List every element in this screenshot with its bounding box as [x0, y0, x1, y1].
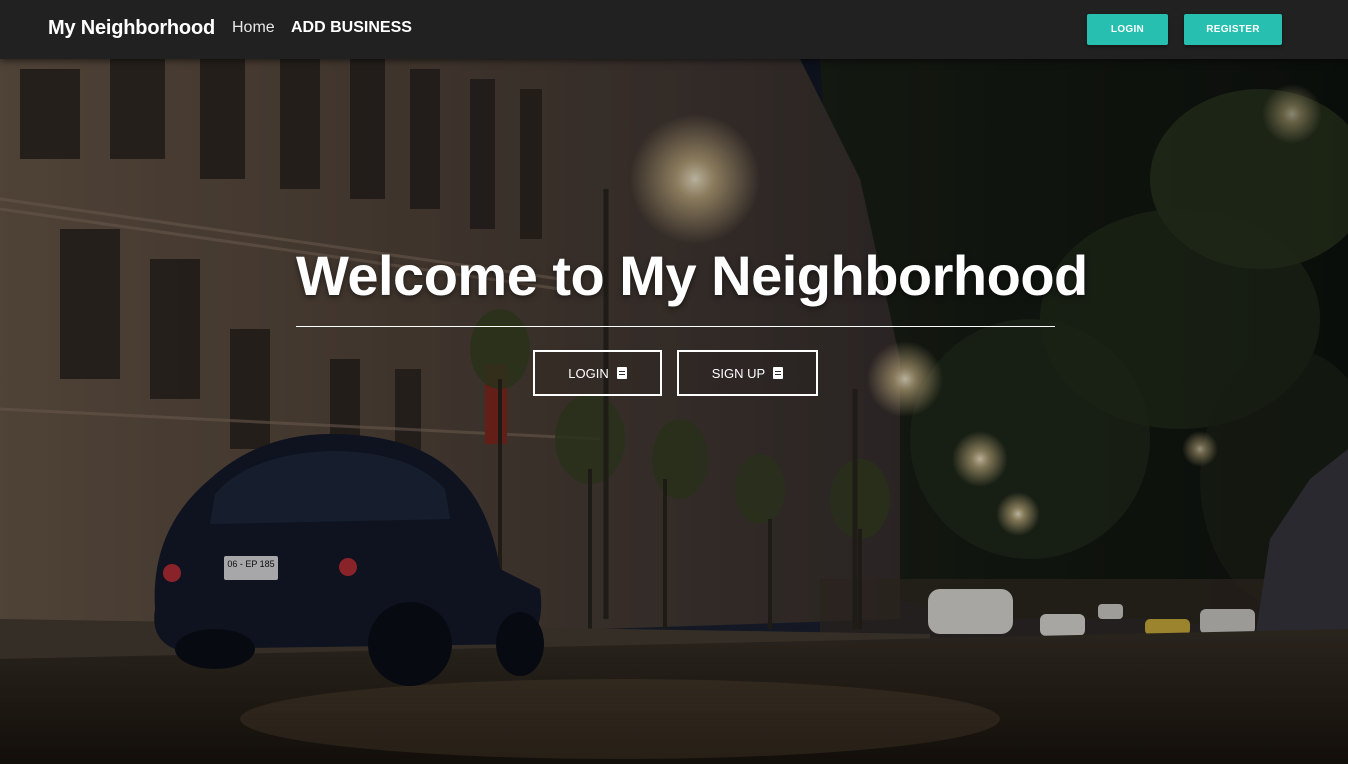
hero-content: Welcome to My Neighborhood LOGIN SIGN UP — [0, 59, 1348, 764]
hero-login-label: LOGIN — [568, 365, 609, 381]
navbar: My Neighborhood Home ADD BUSINESS LOGIN … — [0, 0, 1348, 59]
document-icon — [773, 367, 784, 379]
nav-login-button[interactable]: LOGIN — [1087, 14, 1168, 45]
hero-title: Welcome to My Neighborhood — [296, 244, 1088, 307]
hero-signup-button[interactable]: SIGN UP — [677, 350, 818, 396]
brand-logo-link[interactable]: My Neighborhood — [48, 17, 215, 40]
nav-register-button[interactable]: REGISTER — [1184, 14, 1282, 45]
hero-divider — [296, 326, 1055, 327]
hero-section: 06 - EP 185 Welcome to My Neighborhood L… — [0, 59, 1348, 764]
hero-login-button[interactable]: LOGIN — [533, 350, 662, 396]
nav-link-home[interactable]: Home — [232, 19, 275, 37]
nav-link-add-business[interactable]: ADD BUSINESS — [291, 19, 412, 37]
hero-signup-label: SIGN UP — [711, 365, 766, 381]
document-icon — [616, 367, 627, 379]
